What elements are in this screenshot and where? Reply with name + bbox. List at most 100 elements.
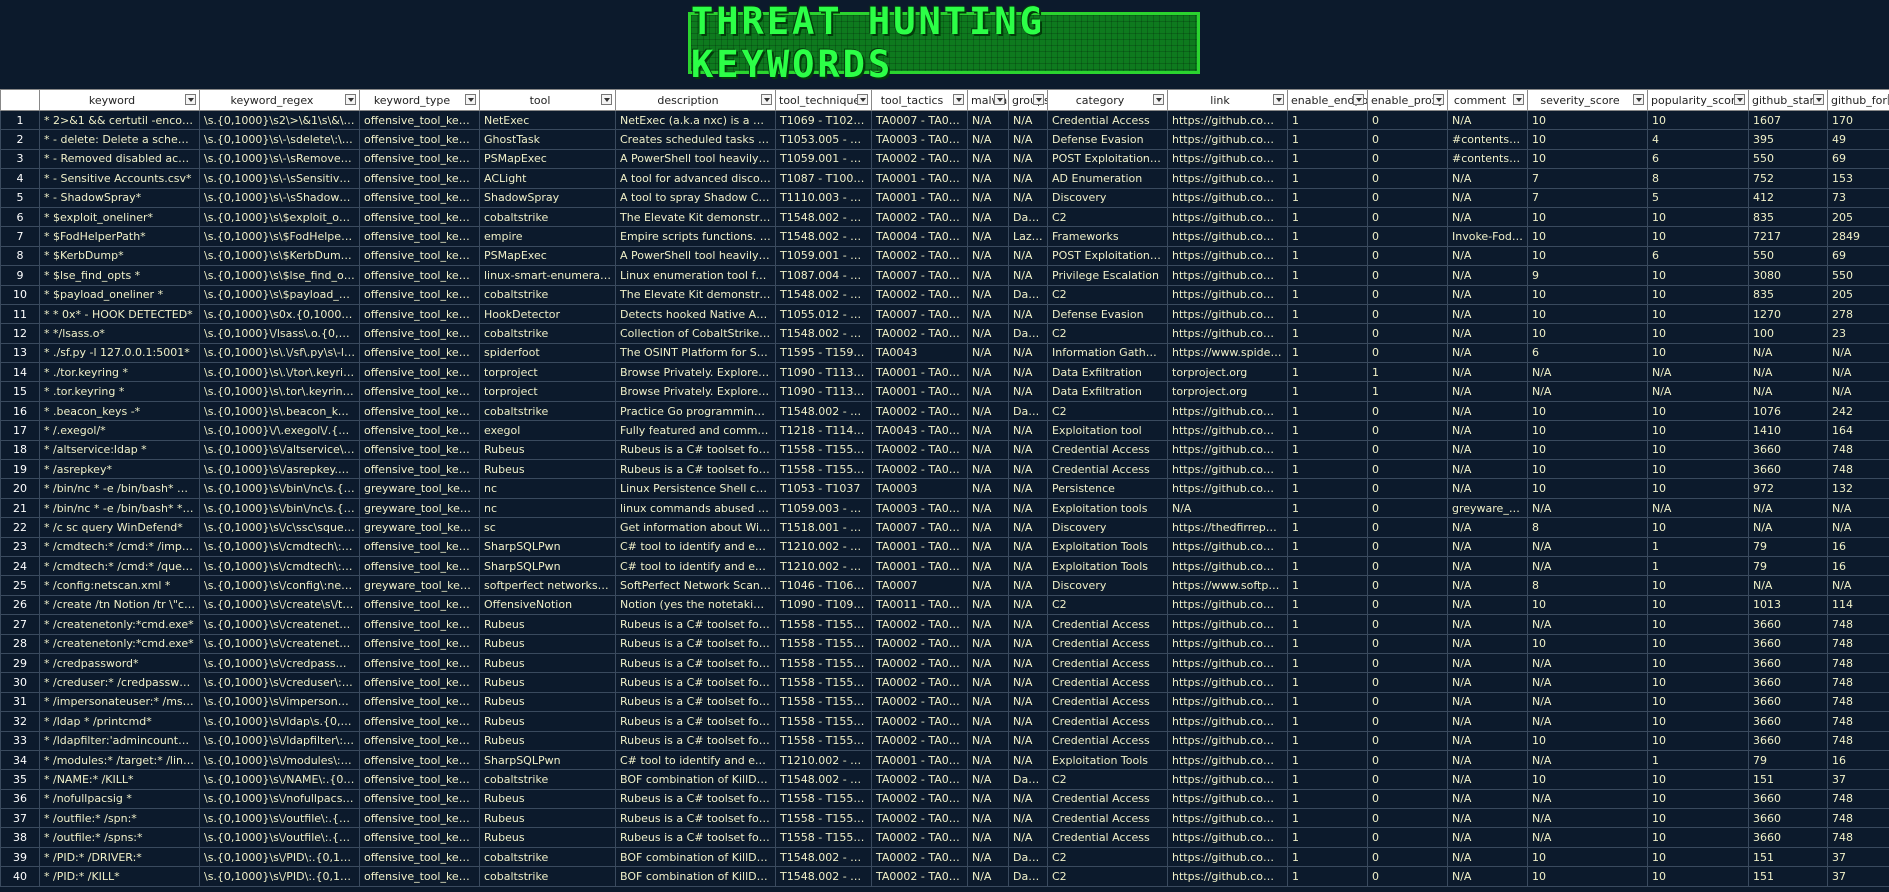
cell-tool-techniques[interactable]: T1210.002 - T1046 — [775, 749, 872, 771]
column-header-severity-score[interactable]: severity_score — [1527, 89, 1648, 111]
cell-keyword-type[interactable]: greyware_tool_keyword — [359, 517, 480, 538]
cell-keyword[interactable]: * /PID:* /KILL* — [39, 866, 200, 887]
cell-malware[interactable]: N/A — [967, 497, 1009, 519]
cell-malware[interactable]: N/A — [967, 265, 1009, 286]
cell-malware[interactable]: N/A — [967, 555, 1009, 577]
table-row[interactable]: 27 * /createnetonly:*cmd.exe* \s.{0,1000}\… — [0, 614, 1889, 635]
cell-groups[interactable]: N/A — [1008, 827, 1048, 848]
cell-groups[interactable]: N/A — [1008, 749, 1048, 771]
cell-github-stars[interactable]: 7217 — [1748, 226, 1828, 247]
cell-enable-proxy[interactable]: 0 — [1367, 478, 1448, 499]
cell-severity-score[interactable]: 10 — [1527, 866, 1648, 887]
cell-keyword[interactable]: * /bin/nc * -e /bin/bash* > cron — [39, 478, 200, 499]
cell-enable-proxy[interactable]: 0 — [1367, 633, 1448, 654]
cell-link[interactable]: https://github.com/mttaggart — [1167, 594, 1288, 616]
column-header-groups[interactable]: groups — [1008, 89, 1048, 111]
cell-keyword[interactable]: * /altservice:ldap * — [39, 439, 200, 461]
cell-tool-techniques[interactable]: T1059.001 - T1021 — [775, 148, 872, 170]
cell-link[interactable]: https://github.com/GhostPack — [1167, 788, 1288, 810]
cell-description[interactable]: Linux enumeration tool for privilege esc… — [615, 265, 776, 286]
table-row[interactable]: 32 * /ldap * /printcmd* \s.{0,1000}\s\/lda… — [0, 711, 1889, 732]
cell-category[interactable]: Defense Evasion — [1047, 129, 1168, 150]
cell-github-forks[interactable]: 16 — [1827, 555, 1889, 577]
cell-tool-techniques[interactable]: T1548.002 - T1548 — [775, 846, 872, 868]
cell-github-stars[interactable]: 752 — [1748, 168, 1828, 189]
cell-github-forks[interactable]: 205 — [1827, 206, 1889, 228]
table-row[interactable]: 35 * /NAME:* /KILL* \s.{0,1000}\s\/NAME\:.… — [0, 769, 1889, 790]
cell-tool[interactable]: cobaltstrike — [479, 284, 616, 305]
cell-groups[interactable]: Dark... — [1008, 323, 1048, 344]
cell-keyword-type[interactable]: offensive_tool_keyword — [359, 633, 480, 654]
cell-malware[interactable]: N/A — [967, 730, 1009, 751]
cell-keyword-type[interactable]: offensive_tool_keyword — [359, 808, 480, 829]
cell-enable-endpoint[interactable]: 1 — [1287, 420, 1368, 441]
cell-description[interactable]: Detects hooked Native API functions in t… — [615, 303, 776, 325]
cell-category[interactable]: AD Enumeration — [1047, 168, 1168, 189]
cell-severity-score[interactable]: 10 — [1527, 284, 1648, 305]
cell-link[interactable]: https://github.com/GhostPack — [1167, 633, 1288, 654]
cell-tool-tactics[interactable]: TA0001 - TA0002 — [871, 381, 968, 402]
cell-tool[interactable]: Rubeus — [479, 730, 616, 751]
cell-popularity-score[interactable]: 10 — [1647, 614, 1749, 635]
cell-github-stars[interactable]: 1013 — [1748, 594, 1828, 616]
cell-groups[interactable]: N/A — [1008, 614, 1048, 635]
cell-severity-score[interactable]: N/A — [1527, 808, 1648, 829]
cell-enable-endpoint[interactable]: 1 — [1287, 265, 1368, 286]
cell-enable-proxy[interactable]: 0 — [1367, 672, 1448, 693]
cell-comment[interactable]: N/A — [1447, 381, 1528, 402]
cell-popularity-score[interactable]: 4 — [1647, 129, 1749, 150]
cell-malware[interactable]: N/A — [967, 652, 1009, 674]
cell-severity-score[interactable]: 10 — [1527, 459, 1648, 480]
cell-github-stars[interactable]: N/A — [1748, 362, 1828, 383]
cell-description[interactable]: Fully featured and community-driven hack… — [615, 420, 776, 441]
cell-keyword-regex[interactable]: \s.{0,1000}\s\/altservice\:ldap\s.{0,100… — [199, 439, 360, 461]
cell-category[interactable]: Credential Access — [1047, 109, 1168, 131]
cell-tool-techniques[interactable]: T1558 - T1559 - T1558 — [775, 691, 872, 713]
cell-popularity-score[interactable]: 6 — [1647, 148, 1749, 170]
cell-severity-score[interactable]: N/A — [1527, 362, 1648, 383]
cell-github-forks[interactable]: 23 — [1827, 323, 1889, 344]
table-row[interactable]: 14 * ./tor.keyring * \s.{0,1000}\s\.\/tor\… — [0, 362, 1889, 383]
cell-comment[interactable]: N/A — [1447, 594, 1528, 616]
cell-link[interactable]: https://github.com/RoseSecurity — [1167, 478, 1288, 499]
cell-keyword[interactable]: * /createnetonly:*cmd.exe* — [39, 614, 200, 635]
cell-malware[interactable]: N/A — [967, 808, 1009, 829]
cell-link[interactable]: https://github.com/diego-treitos — [1167, 265, 1288, 286]
cell-tool-techniques[interactable]: T1558 - T1559 - T1558 — [775, 633, 872, 654]
cell-keyword[interactable]: * /cmdtech:* /cmd:* /impuser:* — [39, 536, 200, 557]
cell-github-forks[interactable]: 16 — [1827, 536, 1889, 557]
cell-description[interactable]: Rubeus is a C# toolset for raw Kerberos … — [615, 808, 776, 829]
cell-link[interactable]: https://github.com/Pennyw0rth — [1167, 109, 1288, 131]
cell-keyword[interactable]: * /outfile:* /spns:* — [39, 827, 200, 848]
cell-popularity-score[interactable]: N/A — [1647, 497, 1749, 519]
cell-tool[interactable]: spiderfoot — [479, 342, 616, 364]
cell-github-forks[interactable]: N/A — [1827, 342, 1889, 364]
cell-enable-proxy[interactable]: 0 — [1367, 614, 1448, 635]
cell-link[interactable]: https://github.com/GhostPack — [1167, 439, 1288, 461]
cell-github-forks[interactable]: 748 — [1827, 691, 1889, 713]
cell-link[interactable]: https://github.com/Dec0ne — [1167, 187, 1288, 208]
cell-description[interactable]: Rubeus is a C# toolset for raw Kerberos … — [615, 459, 776, 480]
cell-keyword-regex[interactable]: \s.{0,1000}\s\/cmdtech\:.{0,1000}\s — [199, 536, 360, 557]
cell-category[interactable]: Discovery — [1047, 187, 1168, 208]
table-row[interactable]: 12 * */lsass.o* \s.{0,1000}\/lsass\.o.{0,1… — [0, 323, 1889, 344]
cell-tool-tactics[interactable]: TA0003 — [871, 478, 968, 499]
cell-popularity-score[interactable]: N/A — [1647, 362, 1749, 383]
cell-keyword-regex[interactable]: \s.{0,1000}\s\/nofullpacsig\s.{0,1000} — [199, 788, 360, 810]
table-row[interactable]: 40 * /PID:* /KILL* \s.{0,1000}\s\/PID\:.{0… — [0, 866, 1889, 887]
cell-category[interactable]: Credential Access — [1047, 439, 1168, 461]
cell-groups[interactable]: N/A — [1008, 381, 1048, 402]
cell-tool[interactable]: OffensiveNotion — [479, 594, 616, 616]
cell-popularity-score[interactable]: 10 — [1647, 109, 1749, 131]
cell-keyword-regex[interactable]: \s.{0,1000}\s\/ldap\s.{0,1000}\s\/printc… — [199, 711, 360, 732]
cell-keyword[interactable]: * /nofullpacsig * — [39, 788, 200, 810]
cell-popularity-score[interactable]: 10 — [1647, 303, 1749, 325]
cell-tool-tactics[interactable]: TA0002 - TA0003 — [871, 633, 968, 654]
cell-github-forks[interactable]: 550 — [1827, 265, 1889, 286]
cell-github-stars[interactable]: 3660 — [1748, 788, 1828, 810]
cell-enable-proxy[interactable]: 0 — [1367, 109, 1448, 131]
cell-comment[interactable]: N/A — [1447, 866, 1528, 887]
cell-github-forks[interactable]: 153 — [1827, 168, 1889, 189]
cell-severity-score[interactable]: 10 — [1527, 594, 1648, 616]
cell-enable-endpoint[interactable]: 1 — [1287, 594, 1368, 616]
